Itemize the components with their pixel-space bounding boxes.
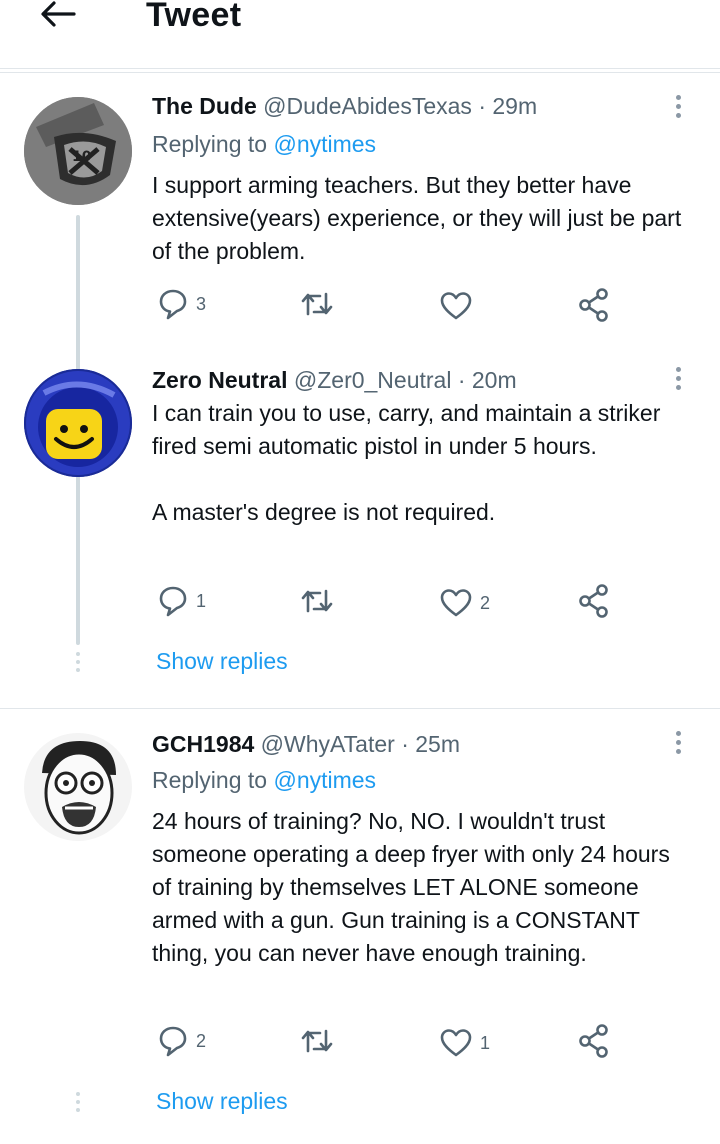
tweet-text: I support arming teachers. But they bett…: [152, 169, 692, 268]
thread-continuation-dots: [76, 652, 80, 676]
share-icon: [579, 584, 608, 618]
page-title: Tweet: [146, 0, 242, 34]
like-count: 1: [480, 1032, 491, 1053]
reply-icon: [159, 289, 187, 320]
retweet-icon: [301, 292, 333, 316]
like-button[interactable]: 2: [440, 586, 490, 620]
author-name[interactable]: GCH1984: [152, 731, 254, 757]
avatar[interactable]: [24, 733, 132, 841]
replying-to: Replying to @nytimes: [152, 131, 376, 158]
retweet-button[interactable]: [300, 584, 334, 618]
tweet-text: 24 hours of training? No, NO. I wouldn't…: [152, 805, 692, 970]
avatar[interactable]: 10: [24, 97, 132, 205]
show-replies-link[interactable]: Show replies: [156, 1088, 288, 1115]
divider: [0, 708, 720, 709]
like-count: 2: [480, 592, 491, 613]
divider: [0, 72, 720, 73]
share-button[interactable]: [578, 584, 610, 618]
share-button[interactable]: [578, 288, 610, 322]
screaming-cartoon-avatar-image: [24, 733, 132, 841]
divider: [0, 68, 720, 69]
more-options-icon[interactable]: [676, 731, 684, 758]
like-button[interactable]: [440, 289, 480, 323]
tweet-meta: The Dude @DudeAbidesTexas · 29m: [152, 93, 537, 120]
share-button[interactable]: [578, 1024, 610, 1058]
tweet-paragraph: I support arming teachers. But they bett…: [152, 172, 682, 264]
replying-to: Replying to @nytimes: [152, 767, 376, 794]
reply-count: 1: [196, 590, 207, 611]
like-button[interactable]: 1: [440, 1026, 490, 1060]
author-name[interactable]: Zero Neutral: [152, 367, 287, 393]
reply-icon: [159, 586, 187, 617]
tweet-time: · 25m: [401, 731, 460, 757]
replying-to-handle[interactable]: @nytimes: [273, 767, 376, 793]
like-icon: [440, 589, 472, 617]
tweet-paragraph: 24 hours of training? No, NO. I wouldn't…: [152, 808, 670, 966]
tweet-meta: GCH1984 @WhyATater · 25m: [152, 731, 460, 758]
replying-to-label: Replying to: [152, 131, 274, 157]
tweet-text: I can train you to use, carry, and maint…: [152, 397, 692, 529]
tweet-time: · 29m: [478, 93, 538, 119]
author-name[interactable]: The Dude: [152, 93, 257, 119]
tweet-paragraph: A master's degree is not required.: [152, 499, 496, 525]
author-handle[interactable]: @Zer0_Neutral: [294, 367, 452, 393]
header: Tweet: [0, 0, 720, 70]
reply-count: 3: [196, 293, 207, 314]
like-icon: [440, 292, 472, 320]
like-icon: [440, 1029, 472, 1057]
tweet-paragraph: I can train you to use, carry, and maint…: [152, 400, 661, 459]
retweet-icon: [301, 589, 333, 613]
retweet-button[interactable]: [300, 287, 334, 321]
share-icon: [579, 288, 608, 322]
reply-icon: [159, 1026, 187, 1057]
more-options-icon[interactable]: [676, 95, 684, 122]
reply-button[interactable]: 2: [158, 1024, 206, 1058]
thread-continuation-dots: [76, 1092, 80, 1116]
reply-button[interactable]: 1: [158, 584, 206, 618]
back-arrow-icon[interactable]: [38, 0, 78, 30]
tweet-meta: Zero Neutral @Zer0_Neutral · 20m: [152, 367, 517, 394]
retweet-button[interactable]: [300, 1024, 334, 1058]
mountain-patch-avatar-image: 10: [24, 97, 132, 205]
retweet-icon: [301, 1029, 333, 1053]
replying-to-handle[interactable]: @nytimes: [273, 131, 376, 157]
show-replies-link[interactable]: Show replies: [156, 648, 288, 675]
reply-button[interactable]: 3: [158, 287, 206, 321]
author-handle[interactable]: @WhyATater: [261, 731, 395, 757]
author-handle[interactable]: @DudeAbidesTexas: [263, 93, 472, 119]
svg-text:10: 10: [72, 149, 92, 165]
tweet-time: · 20m: [457, 367, 517, 393]
avatar[interactable]: [24, 369, 132, 477]
more-options-icon[interactable]: [676, 367, 684, 394]
lego-spaceman-avatar-image: [24, 369, 132, 477]
share-icon: [579, 1024, 608, 1058]
reply-count: 2: [196, 1030, 207, 1051]
replying-to-label: Replying to: [152, 767, 274, 793]
